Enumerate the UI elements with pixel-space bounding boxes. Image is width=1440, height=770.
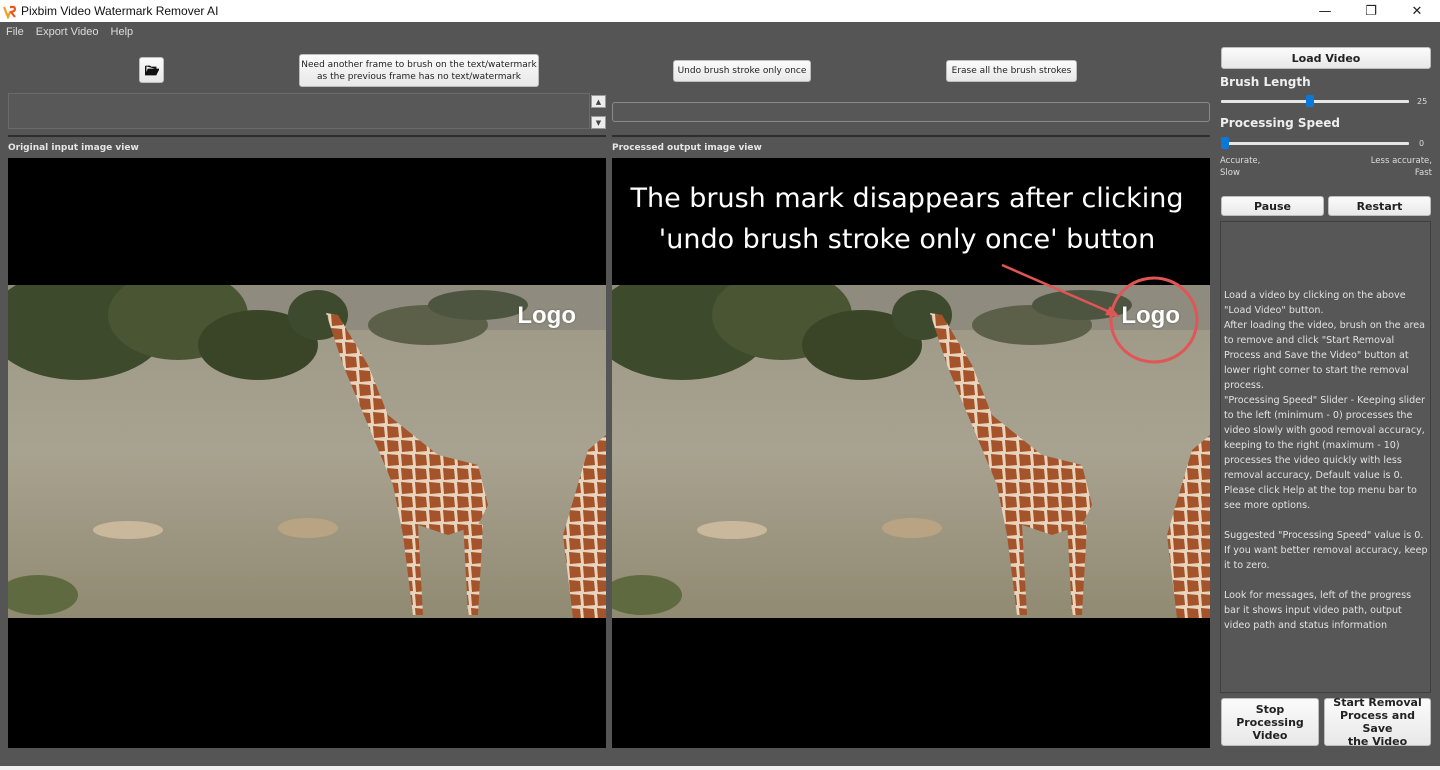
annotation-line2: 'undo brush stroke only once' button <box>658 224 1156 255</box>
need-another-frame-button[interactable]: Need another frame to brush on the text/… <box>299 54 539 87</box>
speed-hint-fast: Less accurate, Fast <box>1371 155 1432 179</box>
input-video-frame: Logo <box>8 285 606 618</box>
load-video-button[interactable]: Load Video <box>1221 47 1431 69</box>
erase-all-strokes-label: Erase all the brush strokes <box>951 66 1072 76</box>
taskbar-edge <box>0 766 1440 770</box>
need-another-frame-line1: Need another frame to brush on the text/… <box>301 59 537 70</box>
messages-textarea[interactable] <box>8 93 590 129</box>
output-view-label: Processed output image view <box>612 143 762 153</box>
arrow-up-icon: ▲ <box>595 97 602 106</box>
speed-hint-fast-line2: Fast <box>1414 168 1432 178</box>
pause-label: Pause <box>1253 199 1292 213</box>
savanna-giraffe-scene <box>8 285 606 618</box>
maximize-icon: ❐ <box>1365 3 1377 19</box>
speed-hint-accurate-line1: Accurate, <box>1220 156 1261 166</box>
menu-help[interactable]: Help <box>105 26 140 38</box>
arrow-down-icon: ▼ <box>595 118 602 127</box>
input-view-label: Original input image view <box>8 143 139 153</box>
pause-button[interactable]: Pause <box>1221 196 1324 216</box>
need-another-frame-line2: as the previous frame has no text/waterm… <box>317 71 521 82</box>
folder-open-icon <box>144 61 160 80</box>
annotation-caption: The brush mark disappears after clicking… <box>612 178 1202 260</box>
stop-processing-button[interactable]: Stop Processing Video <box>1221 698 1319 746</box>
undo-brush-stroke-button[interactable]: Undo brush stroke only once <box>673 60 811 82</box>
close-icon: ✕ <box>1411 3 1423 19</box>
speed-hint-fast-line1: Less accurate, <box>1370 156 1432 166</box>
title-bar: Pixbim Video Watermark Remover AI — ❐ ✕ <box>0 0 1440 22</box>
menu-file[interactable]: File <box>0 26 30 38</box>
brush-length-slider-thumb[interactable] <box>1305 95 1314 107</box>
scroll-down-button[interactable]: ▼ <box>591 116 606 129</box>
maximize-button[interactable]: ❐ <box>1348 0 1394 22</box>
start-removal-line1: Start Removal <box>1333 696 1422 709</box>
speed-hint-accurate: Accurate, Slow <box>1220 155 1260 179</box>
annotation-line1: The brush mark disappears after clicking <box>630 183 1184 214</box>
speed-hint-accurate-line2: Slow <box>1220 168 1240 178</box>
stop-processing-line1: Stop Processing <box>1236 702 1304 729</box>
menu-bar: File Export Video Help <box>0 22 1440 42</box>
load-video-label: Load Video <box>1291 51 1361 65</box>
brush-length-label: Brush Length <box>1220 75 1311 89</box>
start-removal-line3: the Video <box>1347 735 1408 748</box>
output-watermark-logo: Logo <box>1121 302 1180 329</box>
input-watermark-logo: Logo <box>517 302 576 329</box>
stop-processing-line2: Video <box>1252 728 1288 742</box>
savanna-giraffe-scene-output <box>612 285 1210 618</box>
processing-speed-slider[interactable] <box>1221 137 1409 149</box>
output-image-view[interactable]: The brush mark disappears after clicking… <box>612 158 1210 748</box>
restart-label: Restart <box>1356 199 1403 213</box>
progress-bar <box>612 102 1210 122</box>
processing-speed-label: Processing Speed <box>1220 116 1341 130</box>
app-logo-icon <box>2 4 17 20</box>
minimize-button[interactable]: — <box>1302 0 1348 22</box>
restart-button[interactable]: Restart <box>1328 196 1431 216</box>
erase-all-strokes-button[interactable]: Erase all the brush strokes <box>946 60 1077 82</box>
menu-export-video[interactable]: Export Video <box>30 26 105 38</box>
processing-speed-slider-thumb[interactable] <box>1221 137 1229 149</box>
start-removal-save-button[interactable]: Start Removal Process and Save the Video <box>1324 696 1431 748</box>
divider-left <box>8 135 606 137</box>
instructions-panel: Load a video by clicking on the above "L… <box>1220 221 1431 693</box>
start-removal-line2: Process and Save <box>1339 709 1416 735</box>
close-button[interactable]: ✕ <box>1394 0 1440 22</box>
divider-right <box>612 135 1210 137</box>
minimize-icon: — <box>1318 3 1332 19</box>
undo-brush-stroke-label: Undo brush stroke only once <box>677 66 807 76</box>
output-video-frame: Logo <box>612 285 1210 618</box>
messages-scrollbar[interactable]: ▲ ▼ <box>591 95 606 129</box>
input-image-view[interactable]: Logo <box>8 158 606 748</box>
processing-speed-value: 0 <box>1419 139 1425 148</box>
open-video-button[interactable] <box>139 57 164 83</box>
instructions-text: Load a video by clicking on the above "L… <box>1224 290 1428 631</box>
scroll-up-button[interactable]: ▲ <box>591 95 606 108</box>
brush-length-slider[interactable] <box>1221 95 1409 107</box>
window-controls: — ❐ ✕ <box>1302 0 1440 22</box>
window-title: Pixbim Video Watermark Remover AI <box>21 4 219 18</box>
brush-length-value: 25 <box>1417 97 1428 106</box>
